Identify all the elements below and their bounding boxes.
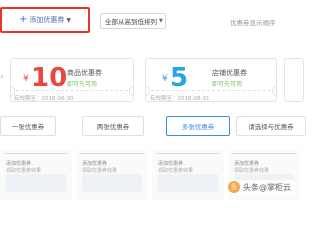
tab-one-coupon[interactable]: 一张优惠券 [0,116,56,136]
coupon-notch [272,86,276,96]
tab-two-coupons[interactable]: 两张优惠券 [82,116,144,136]
thumbnail-image [158,174,218,192]
plus-icon: + [18,14,28,25]
coupon-card[interactable]: ¥ 5 店铺优惠券 即可先可用 有效期至：2016-08-31 [145,58,277,102]
watermark: 头 头条@掌柜云 [225,180,294,194]
coupon-validity: 有效期至：2016-08-31 [150,96,210,102]
sort-order-label: 全部从高到低排列 [105,18,157,26]
thumbnail-status-bar [232,153,296,159]
tab-multiple-coupons[interactable]: 多张优惠券 [166,116,230,136]
preview-thumbnail[interactable]: 添加优惠券 领取优惠券效果 [76,150,148,200]
thumbnail-status-bar [4,153,68,159]
coupon-card[interactable]: ¥ 10 商品优惠券 即可先可用 有效期至：2016-06-30 [10,58,134,102]
thumbnail-image [82,174,142,192]
thumbnail-status-bar [80,153,144,159]
coupon-title: 商品优惠券 [67,69,102,77]
thumbnail-status-bar [156,153,220,159]
chevron-left-icon[interactable]: ‹ [0,72,4,82]
coupon-title: 店铺优惠券 [212,69,247,77]
tab-select-coupon[interactable]: 请选择与优惠券 [236,116,306,136]
thumbnail-title: 添加优惠券 [234,161,260,167]
thumbnail-title: 添加优惠券 [158,161,184,167]
toutiao-logo-icon: 头 [228,181,240,193]
thumbnail-caption: 领取优惠券效果 [234,168,270,174]
coupon-validity: 有效期至：2016-06-30 [14,96,74,102]
coupon-notch [129,86,133,96]
coupon-amount: 5 [170,63,189,93]
watermark-text: 头条@掌柜云 [243,182,291,192]
chevron-down-icon: ▼ [66,16,71,24]
thumbnail-title: 添加优惠券 [6,161,32,167]
add-coupon-button[interactable]: + 添加优惠券 ▼ [0,7,90,33]
thumbnail-caption: 领取优惠券效果 [82,168,118,174]
coupon-status: 即可先可用 [67,81,98,88]
preview-thumbnail[interactable]: 添加优惠券 领取优惠券效果 [0,150,72,200]
thumbnail-caption: 领取优惠券效果 [6,168,42,174]
coupon-amount: 10 [31,63,68,93]
chevron-down-icon: ▼ [159,18,163,24]
add-coupon-label: 添加优惠券 [29,16,65,24]
thumbnail-image [6,174,66,192]
thumbnail-caption: 领取优惠券效果 [158,168,194,174]
preview-thumbnail[interactable]: 添加优惠券 领取优惠券效果 [152,150,224,200]
currency-symbol: ¥ [162,74,168,84]
currency-symbol: ¥ [23,74,29,84]
coupon-divider [11,90,133,91]
thumbnail-title: 添加优惠券 [82,161,108,167]
coupon-order-hint: 优惠券显示顺序 [230,19,276,27]
coupon-card-partial[interactable] [284,58,304,102]
sort-order-select[interactable]: 全部从高到低排列 ▼ [100,13,166,29]
coupon-divider [146,90,276,91]
coupon-status: 即可先可用 [212,81,243,88]
